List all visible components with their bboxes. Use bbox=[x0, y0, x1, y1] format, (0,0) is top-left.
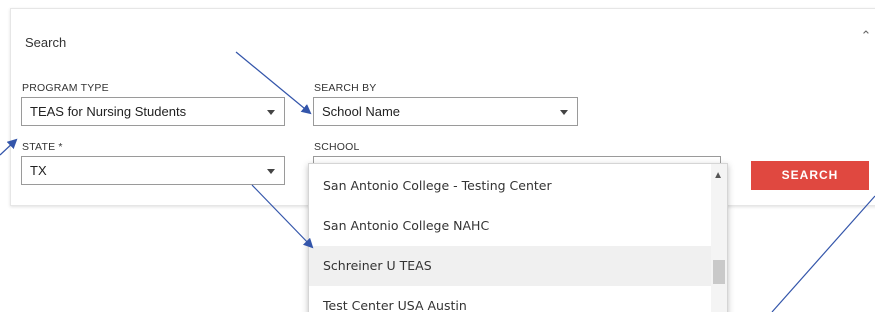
search-by-value: School Name bbox=[322, 104, 401, 119]
program-type-select[interactable]: TEAS for Nursing Students bbox=[21, 97, 285, 126]
dropdown-option-highlighted[interactable]: Schreiner U TEAS bbox=[309, 246, 711, 286]
dropdown-scrollbar[interactable]: ▲ bbox=[711, 164, 727, 312]
dropdown-option[interactable]: San Antonio College - Testing Center bbox=[309, 166, 711, 206]
chevron-down-icon bbox=[267, 169, 275, 174]
annotation-arrow-search-button bbox=[771, 195, 875, 312]
school-label: SCHOOL bbox=[314, 141, 360, 153]
chevron-up-icon[interactable]: ⌃ bbox=[859, 29, 873, 42]
dropdown-option[interactable]: Test Center USA Austin bbox=[309, 286, 711, 312]
scrollbar-thumb[interactable] bbox=[713, 260, 725, 284]
state-label: STATE * bbox=[22, 141, 63, 153]
state-select[interactable]: TX bbox=[21, 156, 285, 185]
scroll-up-icon[interactable]: ▲ bbox=[713, 170, 723, 181]
search-button[interactable]: SEARCH bbox=[751, 161, 869, 190]
dropdown-option[interactable]: San Antonio College NAHC bbox=[309, 206, 711, 246]
search-by-select[interactable]: School Name bbox=[313, 97, 578, 126]
state-value: TX bbox=[30, 163, 47, 178]
search-by-label: SEARCH BY bbox=[314, 82, 377, 94]
chevron-down-icon bbox=[560, 110, 568, 115]
program-type-value: TEAS for Nursing Students bbox=[30, 104, 187, 119]
panel-title: Search bbox=[25, 35, 67, 50]
program-type-label: PROGRAM TYPE bbox=[22, 82, 109, 94]
chevron-down-icon bbox=[267, 110, 275, 115]
school-dropdown-list: San Antonio College - Testing Center San… bbox=[308, 163, 728, 312]
